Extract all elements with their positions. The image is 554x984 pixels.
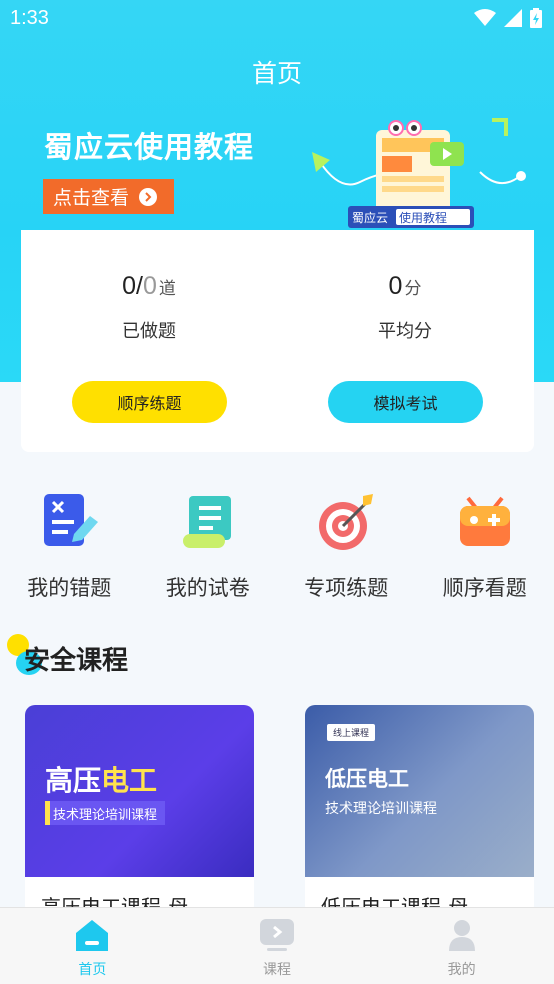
banner-illustration: 蜀应云 使用教程 [312,118,526,228]
tab-home[interactable]: 首页 [0,908,185,984]
course-thumbnail: 高压电工 技术理论培训课程 [25,705,254,877]
quick-label: 顺序看题 [442,576,527,600]
thumb-subtitle: 技术理论培训课程 [325,801,437,817]
sequential-practice-button[interactable]: 顺序练题 [72,381,227,423]
tab-profile[interactable]: 我的 [369,908,554,984]
status-icons [474,8,542,28]
section-title: 安全课程 [24,646,129,676]
tab-course[interactable]: 课程 [185,908,370,984]
quick-item-sequential-view[interactable]: 顺序看题 [416,490,554,602]
stat-done-value: 0/0 道 [122,272,176,300]
page-title: 首页 [251,59,302,88]
wifi-icon [474,9,496,26]
signal-icon [504,9,522,27]
stat-done: 0/0 道 已做题 [21,272,277,343]
thumb-title: 高压电工 [45,764,158,797]
target-icon [319,494,374,550]
gamepad-icon [459,496,510,546]
profile-icon [448,920,475,951]
status-time: 1:33 [10,7,49,29]
stat-average: 0分 平均分 [277,272,533,343]
home-icon [76,920,109,951]
stat-done-label: 已做题 [122,321,176,342]
course-card-low-voltage[interactable]: 线上课程 低压电工 技术理论培训课程 低压电工课程-母 [305,705,534,915]
battery-icon [530,8,542,28]
stat-average-label: 平均分 [378,321,432,342]
online-course-badge: 线上课程 [327,724,376,741]
quick-label: 专项练题 [304,576,389,600]
banner-tag-left: 蜀应云 [352,210,388,225]
arrow-right-icon [139,187,158,206]
quick-item-wrong-questions[interactable]: 我的错题 [0,490,139,602]
quick-label: 我的试卷 [165,576,250,600]
banner-view-button[interactable]: 点击查看 [43,179,174,214]
course-thumbnail: 线上课程 低压电工 技术理论培训课程 [305,705,534,877]
banner-title: 蜀应云使用教程 [44,130,255,164]
quick-menu: 我的错题 我的试卷 专项练题 顺序看题 [0,490,554,602]
thumb-subtitle: 技术理论培训课程 [45,801,166,825]
course-play-icon [259,919,294,951]
quick-item-my-papers[interactable]: 我的试卷 [139,490,278,602]
bottom-tab-bar: 首页 课程 我的 [0,907,554,984]
mock-exam-button[interactable]: 模拟考试 [328,381,483,423]
status-bar: 1:33 [0,0,554,38]
banner-view-label: 点击查看 [53,187,130,209]
scroll-paper-icon [182,496,231,548]
tab-label: 我的 [447,962,476,978]
banner-tag-right: 使用教程 [399,210,447,225]
thumb-title: 低压电工 [325,767,409,791]
tab-label: 首页 [78,962,107,978]
stat-average-value: 0分 [388,272,422,300]
quick-item-special-practice[interactable]: 专项练题 [277,490,416,602]
course-card-high-voltage[interactable]: 高压电工 技术理论培训课程 高压电工课程-母 [25,705,254,915]
tab-label: 课程 [262,962,291,978]
stats-card: 0/0 道 已做题 0分 平均分 顺序练题 模拟考试 [21,230,534,452]
quick-label: 我的错题 [27,576,112,600]
wrong-questions-icon [44,494,99,546]
